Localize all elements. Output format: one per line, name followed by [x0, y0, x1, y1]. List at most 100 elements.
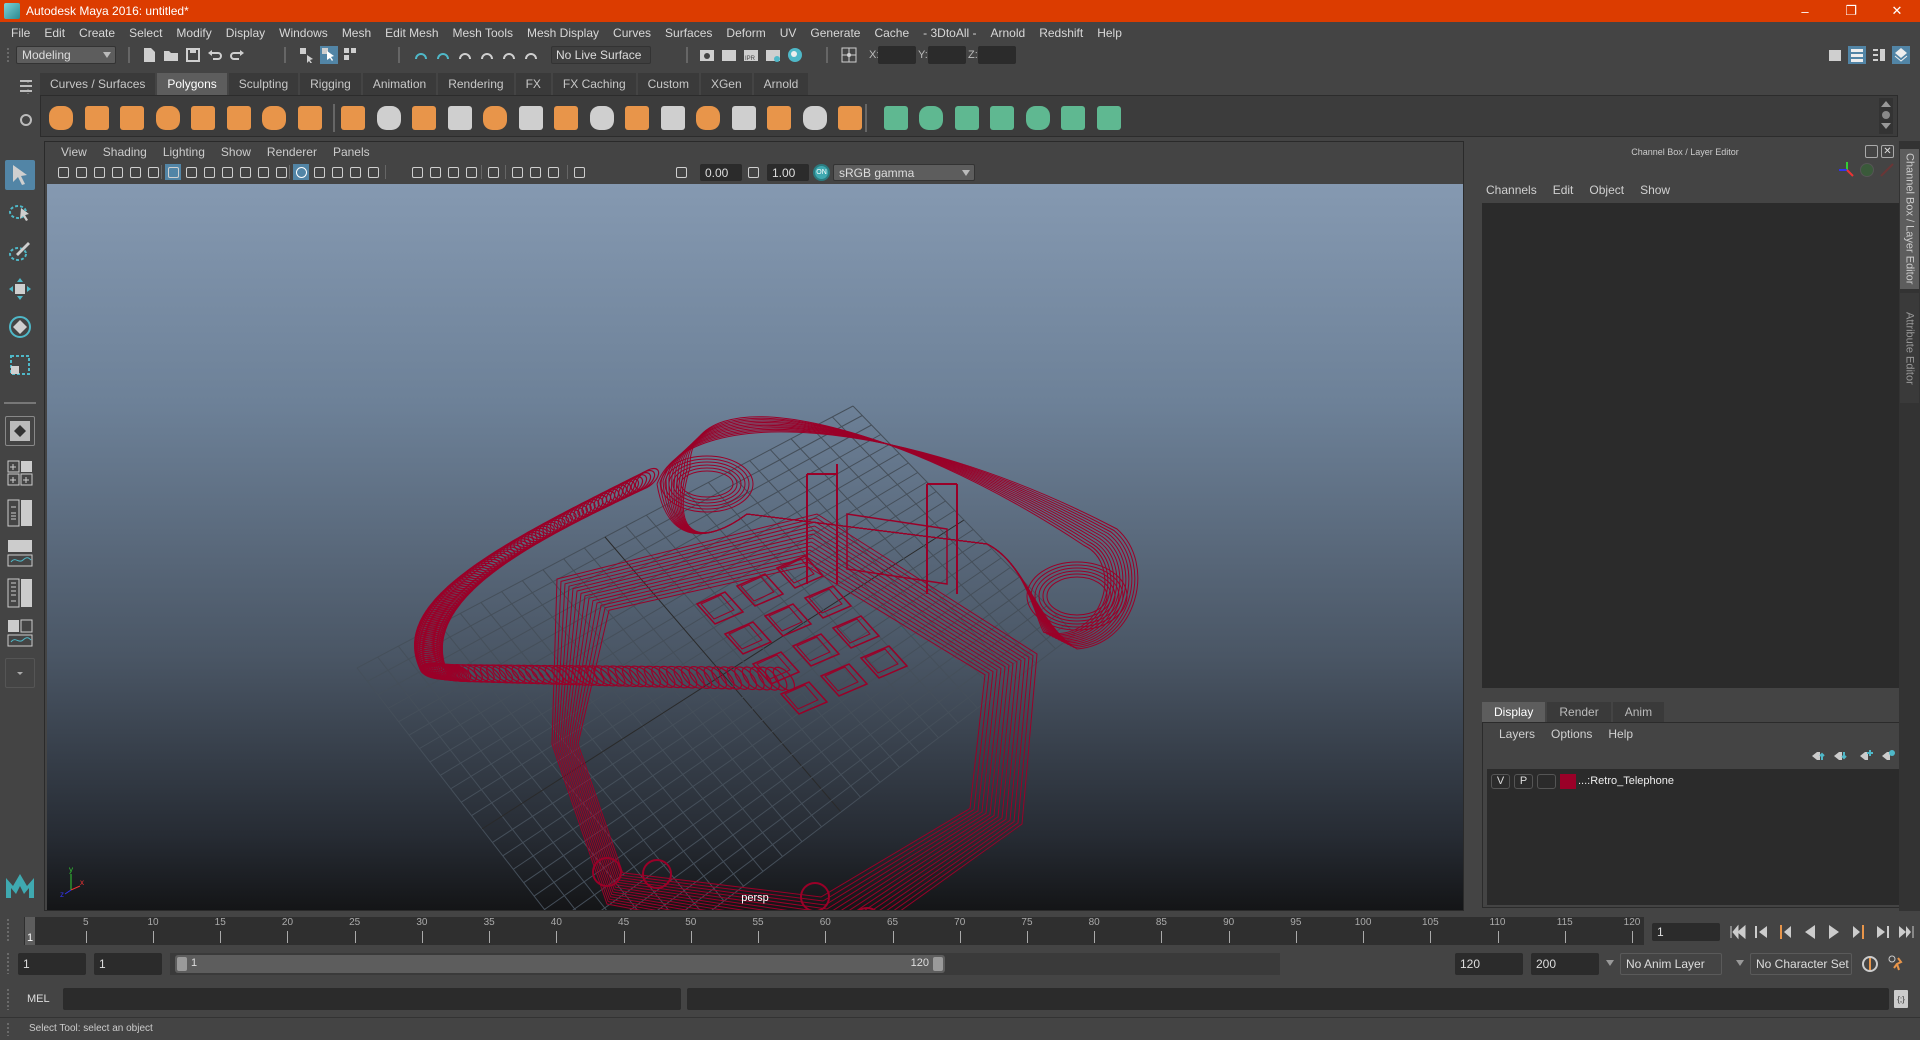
menu-modify[interactable]: Modify	[169, 26, 218, 40]
menu-mesh-tools[interactable]: Mesh Tools	[446, 26, 520, 40]
spherical-mapping-icon[interactable]	[954, 106, 979, 130]
close-panel-icon[interactable]: ✕	[1881, 145, 1894, 158]
shelf-tab-fx-caching[interactable]: FX Caching	[552, 73, 636, 95]
shelf-scroll[interactable]	[1879, 98, 1893, 134]
menu-3dtoall[interactable]: - 3DtoAll -	[916, 26, 983, 40]
undo-icon[interactable]	[206, 46, 224, 64]
layout-menu-button[interactable]	[5, 658, 35, 688]
shelf-tab-animation[interactable]: Animation	[362, 73, 437, 95]
new-scene-icon[interactable]	[140, 46, 158, 64]
xray-icon[interactable]	[347, 164, 363, 180]
range-grip[interactable]	[6, 952, 10, 974]
menu-mesh[interactable]: Mesh	[335, 26, 378, 40]
anti-alias-icon[interactable]	[485, 164, 501, 180]
channel-box-body[interactable]	[1482, 203, 1906, 688]
snap-together-icon[interactable]	[522, 46, 540, 64]
minimize-button[interactable]: –	[1782, 0, 1828, 22]
move-layer-down-icon[interactable]	[1833, 751, 1847, 761]
camera-select-icon[interactable]	[55, 164, 71, 180]
snap-to-grid-icon[interactable]	[412, 46, 430, 64]
2d-pan-zoom-icon[interactable]	[127, 164, 143, 180]
bridge-icon[interactable]	[518, 106, 543, 130]
range-slider[interactable]: 1 120	[170, 953, 1280, 975]
hypershade-persp-layout-icon[interactable]	[5, 578, 35, 608]
shelf-tab-sculpting[interactable]: Sculpting	[228, 73, 299, 95]
shelf-tab-curves-surfaces[interactable]: Curves / Surfaces	[40, 73, 156, 95]
shelf-settings-gear-icon[interactable]	[20, 114, 32, 126]
layer-menu-layers[interactable]: Layers	[1491, 727, 1543, 741]
gamma-field[interactable]: 1.00	[767, 164, 809, 181]
uv-editor-icon[interactable]	[1061, 106, 1085, 130]
planar-mapping-icon[interactable]	[883, 106, 908, 130]
command-language-label[interactable]: MEL	[27, 993, 50, 1005]
poly-cone-icon[interactable]	[155, 106, 180, 130]
shelf-tab-xgen[interactable]: XGen	[700, 73, 752, 95]
combine-icon[interactable]	[341, 106, 365, 130]
menu-arnold[interactable]: Arnold	[984, 26, 1033, 40]
layer-color-swatch[interactable]	[1560, 773, 1576, 789]
field-chart-icon[interactable]	[237, 164, 253, 180]
toggle-attribute-editor-icon[interactable]	[1892, 46, 1910, 64]
layer-tab-display[interactable]: Display	[1482, 702, 1546, 722]
render-view-icon[interactable]	[698, 46, 716, 64]
shadows-icon[interactable]	[427, 164, 443, 180]
offset-edge-loop-icon[interactable]	[767, 106, 791, 130]
grease-pencil-icon[interactable]	[145, 164, 161, 180]
hypershade-icon[interactable]	[786, 46, 804, 64]
color-management-toggle-icon[interactable]: ON	[813, 164, 830, 181]
shelf-scroll-handle[interactable]	[1882, 111, 1890, 119]
channel-box-menu-show[interactable]: Show	[1632, 183, 1678, 197]
channel-box-menu-object[interactable]: Object	[1581, 183, 1632, 197]
3d-viewport[interactable]: y x z persp	[47, 184, 1463, 910]
anim-layer-menu-icon[interactable]	[1606, 960, 1614, 966]
live-surface-field[interactable]: No Live Surface	[551, 46, 651, 64]
layout-uvs-icon[interactable]	[1096, 106, 1121, 130]
poly-sphere-icon[interactable]	[49, 106, 73, 130]
single-perspective-view-icon[interactable]	[5, 416, 35, 446]
ipr-render-icon[interactable]: IPR	[742, 46, 760, 64]
channel-box-menu-edit[interactable]: Edit	[1545, 183, 1582, 197]
color-space-dropdown[interactable]: sRGB gamma	[833, 164, 975, 181]
layer-menu-options[interactable]: Options	[1543, 727, 1600, 741]
paint-select-tool-icon[interactable]	[5, 236, 35, 266]
menu-create[interactable]: Create	[72, 26, 122, 40]
move-layer-up-icon[interactable]	[1811, 751, 1825, 761]
z-field[interactable]	[978, 46, 1016, 64]
restore-button[interactable]: ❐	[1828, 0, 1874, 22]
create-layer-from-selected-icon[interactable]	[1881, 749, 1895, 761]
create-empty-layer-icon[interactable]	[1859, 749, 1873, 761]
viewport-menu-view[interactable]: View	[53, 145, 95, 159]
menu-cache[interactable]: Cache	[867, 26, 916, 40]
layer-name[interactable]: ...:Retro_Telephone	[1578, 775, 1674, 787]
x-field[interactable]	[878, 46, 916, 64]
shelf-tab-rigging[interactable]: Rigging	[300, 73, 361, 95]
image-plane-icon[interactable]	[109, 164, 125, 180]
automatic-mapping-icon[interactable]	[990, 106, 1014, 130]
use-default-material-icon[interactable]	[409, 164, 425, 180]
viewport-menu-panels[interactable]: Panels	[325, 145, 378, 159]
outliner-persp-layout-icon[interactable]	[5, 498, 35, 528]
animation-preferences-icon[interactable]	[1886, 954, 1906, 974]
menu-edit-mesh[interactable]: Edit Mesh	[378, 26, 445, 40]
shelf-tab-rendering[interactable]: Rendering	[438, 73, 514, 95]
command-grip[interactable]	[6, 988, 10, 1010]
mirror-icon[interactable]	[412, 106, 436, 130]
viewport-scene[interactable]: y x z	[47, 184, 1463, 910]
scale-tool-icon[interactable]	[5, 350, 35, 380]
step-forward-frame-icon[interactable]	[1848, 922, 1868, 942]
persp-graph-layout-icon[interactable]	[5, 538, 35, 568]
safe-action-icon[interactable]	[255, 164, 271, 180]
merge-icon[interactable]	[660, 106, 685, 130]
menu-select[interactable]: Select	[122, 26, 169, 40]
render-settings-icon[interactable]	[764, 46, 782, 64]
menu-generate[interactable]: Generate	[803, 26, 867, 40]
manipulator-axes-icon[interactable]	[1838, 161, 1856, 179]
toggle-tool-settings-icon[interactable]	[1870, 46, 1888, 64]
modeling-toolkit-icon[interactable]	[1826, 46, 1844, 64]
select-by-component-icon[interactable]	[342, 46, 360, 64]
screen-space-ao-icon[interactable]	[445, 164, 461, 180]
multi-cut-icon[interactable]	[589, 106, 614, 130]
select-by-hierarchy-icon[interactable]	[298, 46, 316, 64]
character-set-dropdown[interactable]: No Character Set	[1750, 953, 1852, 975]
poly-pyramid-icon[interactable]	[262, 106, 286, 130]
